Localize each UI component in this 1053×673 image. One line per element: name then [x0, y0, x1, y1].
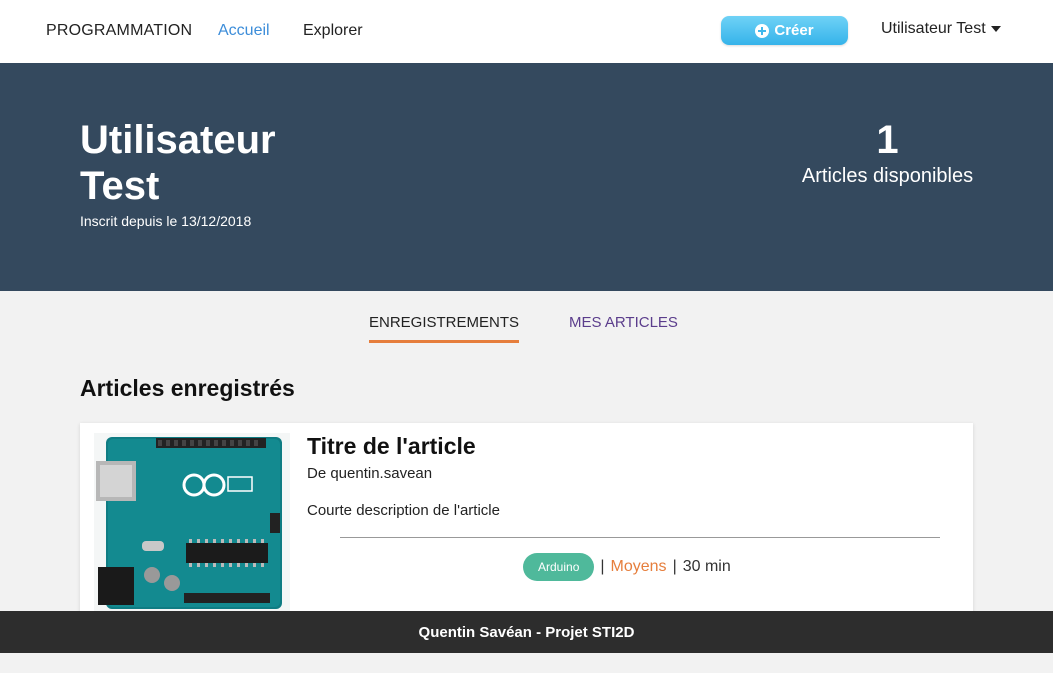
section-title: Articles enregistrés — [80, 375, 295, 401]
create-button[interactable]: Créer — [721, 16, 848, 45]
article-card[interactable]: Titre de l'article De quentin.savean Cou… — [80, 423, 973, 613]
nav-link-explorer[interactable]: Explorer — [303, 22, 363, 40]
tag-badge[interactable]: Arduino — [523, 553, 595, 581]
card-divider — [340, 537, 940, 538]
create-button-label: Créer — [774, 22, 814, 39]
user-menu-label: Utilisateur Test — [881, 20, 986, 37]
profile-hero: Utilisateur Test Inscrit depuis le 13/12… — [0, 63, 1053, 291]
tab-enregistrements[interactable]: ENREGISTREMENTS — [369, 314, 520, 343]
arduino-board-image — [94, 433, 290, 611]
article-meta: Arduino | Moyens | 30 min — [523, 553, 731, 581]
plus-circle-icon — [755, 23, 770, 38]
nav-link-accueil[interactable]: Accueil — [218, 22, 270, 40]
caret-down-icon — [990, 26, 1001, 32]
top-navbar: PROGRAMMATION Accueil Explorer Créer Uti… — [0, 0, 1053, 63]
brand-logo[interactable]: PROGRAMMATION — [46, 22, 192, 40]
article-author: De quentin.savean — [307, 465, 433, 482]
profile-name: Utilisateur Test — [80, 118, 276, 208]
profile-since: Inscrit depuis le 13/12/2018 — [80, 213, 252, 229]
meta-separator: | — [600, 558, 605, 575]
meta-separator: | — [672, 558, 677, 575]
article-title[interactable]: Titre de l'article — [307, 433, 476, 460]
difficulty-label: Moyens — [610, 558, 667, 575]
tab-mes-articles[interactable]: MES ARTICLES — [569, 314, 678, 340]
duration-label: 30 min — [682, 558, 731, 575]
article-count-label: Articles disponibles — [801, 165, 974, 187]
page-footer: Quentin Savéan - Projet STI2D — [0, 611, 1053, 653]
user-menu-dropdown[interactable]: Utilisateur Test — [881, 20, 1001, 38]
article-description: Courte description de l'article — [307, 502, 500, 519]
article-count: 1 — [876, 118, 899, 162]
footer-text: Quentin Savéan - Projet STI2D — [418, 623, 635, 641]
